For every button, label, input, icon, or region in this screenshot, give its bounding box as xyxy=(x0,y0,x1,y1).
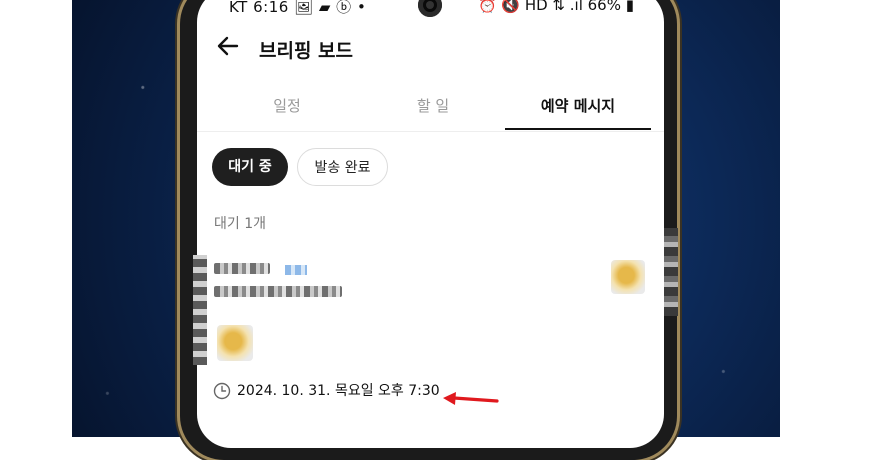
filter-pending-chip[interactable]: 대기 중 xyxy=(212,148,288,186)
status-left: KT 6:16 🖼 ▰ ⓑ • xyxy=(229,0,367,16)
redacted-line xyxy=(214,286,342,297)
tab-scheduled-message[interactable]: 예약 메시지 xyxy=(508,95,648,116)
scheduled-time-text: 2024. 10. 31. 목요일 오후 7:30 xyxy=(237,383,440,399)
back-arrow-icon[interactable] xyxy=(213,33,243,63)
red-arrow-icon xyxy=(443,392,499,405)
redacted-thumbnail xyxy=(611,260,645,294)
redacted-mention xyxy=(285,265,307,275)
tab-todo[interactable]: 할 일 xyxy=(363,95,503,116)
page-title: 브리핑 보드 xyxy=(259,40,354,62)
clock-icon xyxy=(213,382,231,400)
header: 브리핑 보드 xyxy=(197,28,664,68)
pending-count-label: 대기 1개 xyxy=(214,216,266,232)
redacted-emoji xyxy=(217,325,253,361)
redacted-line xyxy=(214,263,270,274)
status-right: ⏰ 🔇 HD ⇅ .ıl 66% ▮ xyxy=(477,0,634,14)
redacted-edge-right xyxy=(664,228,678,316)
redacted-edge-left xyxy=(193,255,207,365)
phone-screen: KT 6:16 🖼 ▰ ⓑ • ⏰ 🔇 HD ⇅ .ıl 66% ▮ 브리핑 보… xyxy=(197,0,664,448)
filter-sent-chip[interactable]: 발송 완료 xyxy=(297,148,388,186)
tab-bar: 일정 할 일 예약 메시지 xyxy=(197,83,664,132)
active-tab-indicator xyxy=(505,128,651,130)
tab-schedule[interactable]: 일정 xyxy=(217,95,357,116)
